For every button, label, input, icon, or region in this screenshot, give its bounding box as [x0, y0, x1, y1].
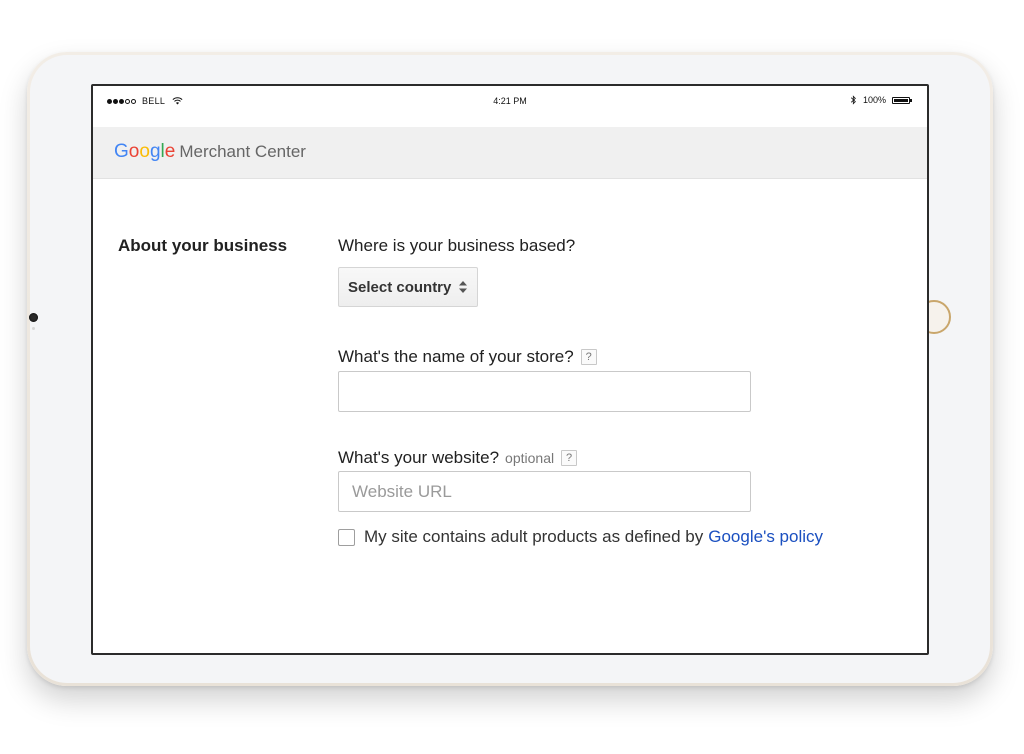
- section-title: About your business: [118, 236, 288, 255]
- google-policy-link[interactable]: Google's policy: [708, 527, 823, 547]
- sensor-dot: [32, 327, 35, 330]
- website-url-input[interactable]: [338, 471, 751, 512]
- main-content: About your business Where is your busine…: [93, 179, 927, 653]
- status-time: 4:21 PM: [493, 96, 527, 106]
- website-question-label: What's your website? optional ?: [338, 448, 898, 468]
- product-name: Merchant Center: [179, 142, 306, 161]
- adult-products-row: My site contains adult products as defin…: [338, 527, 898, 547]
- screen: BELL 4:21 PM 100% Google Merchant Center…: [91, 84, 929, 655]
- country-question-group: Where is your business based? Select cou…: [338, 236, 898, 307]
- bluetooth-icon: [850, 95, 856, 105]
- google-merchant-center-logo[interactable]: Google Merchant Center: [114, 141, 306, 163]
- battery-fill: [894, 98, 908, 102]
- logo-letter: G: [114, 141, 129, 162]
- website-question-text: What's your website?: [338, 448, 500, 467]
- store-help-icon[interactable]: ?: [580, 349, 597, 365]
- logo-letter: g: [149, 141, 161, 162]
- logo-letter: o: [139, 141, 150, 162]
- website-question-group: What's your website? optional ?: [338, 448, 898, 512]
- front-camera-icon: [29, 313, 38, 322]
- select-arrows-icon: [459, 281, 468, 293]
- store-name-input[interactable]: [338, 371, 751, 412]
- status-bar: BELL 4:21 PM 100%: [93, 86, 927, 127]
- country-select[interactable]: Select country: [338, 267, 478, 307]
- adult-products-checkbox[interactable]: [338, 528, 355, 546]
- store-question-group: What's the name of your store? ?: [338, 347, 898, 412]
- battery-percent: 100%: [862, 95, 886, 105]
- country-question-label: Where is your business based?: [338, 236, 898, 256]
- logo-letter: e: [164, 141, 176, 162]
- logo-letter: o: [128, 141, 140, 162]
- store-question-label: What's the name of your store? ?: [338, 347, 898, 367]
- store-question-text: What's the name of your store?: [338, 347, 574, 366]
- country-question-text: Where is your business based?: [338, 236, 576, 255]
- battery-icon: [892, 96, 912, 104]
- adult-products-text: My site contains adult products as defin…: [364, 527, 704, 546]
- website-help-icon[interactable]: ?: [561, 450, 578, 466]
- app-header: Google Merchant Center: [93, 127, 927, 179]
- optional-label: optional: [505, 450, 555, 466]
- status-right: 100%: [850, 95, 912, 105]
- business-form: Where is your business based? Select cou…: [338, 236, 898, 547]
- country-select-label: Select country: [348, 278, 452, 296]
